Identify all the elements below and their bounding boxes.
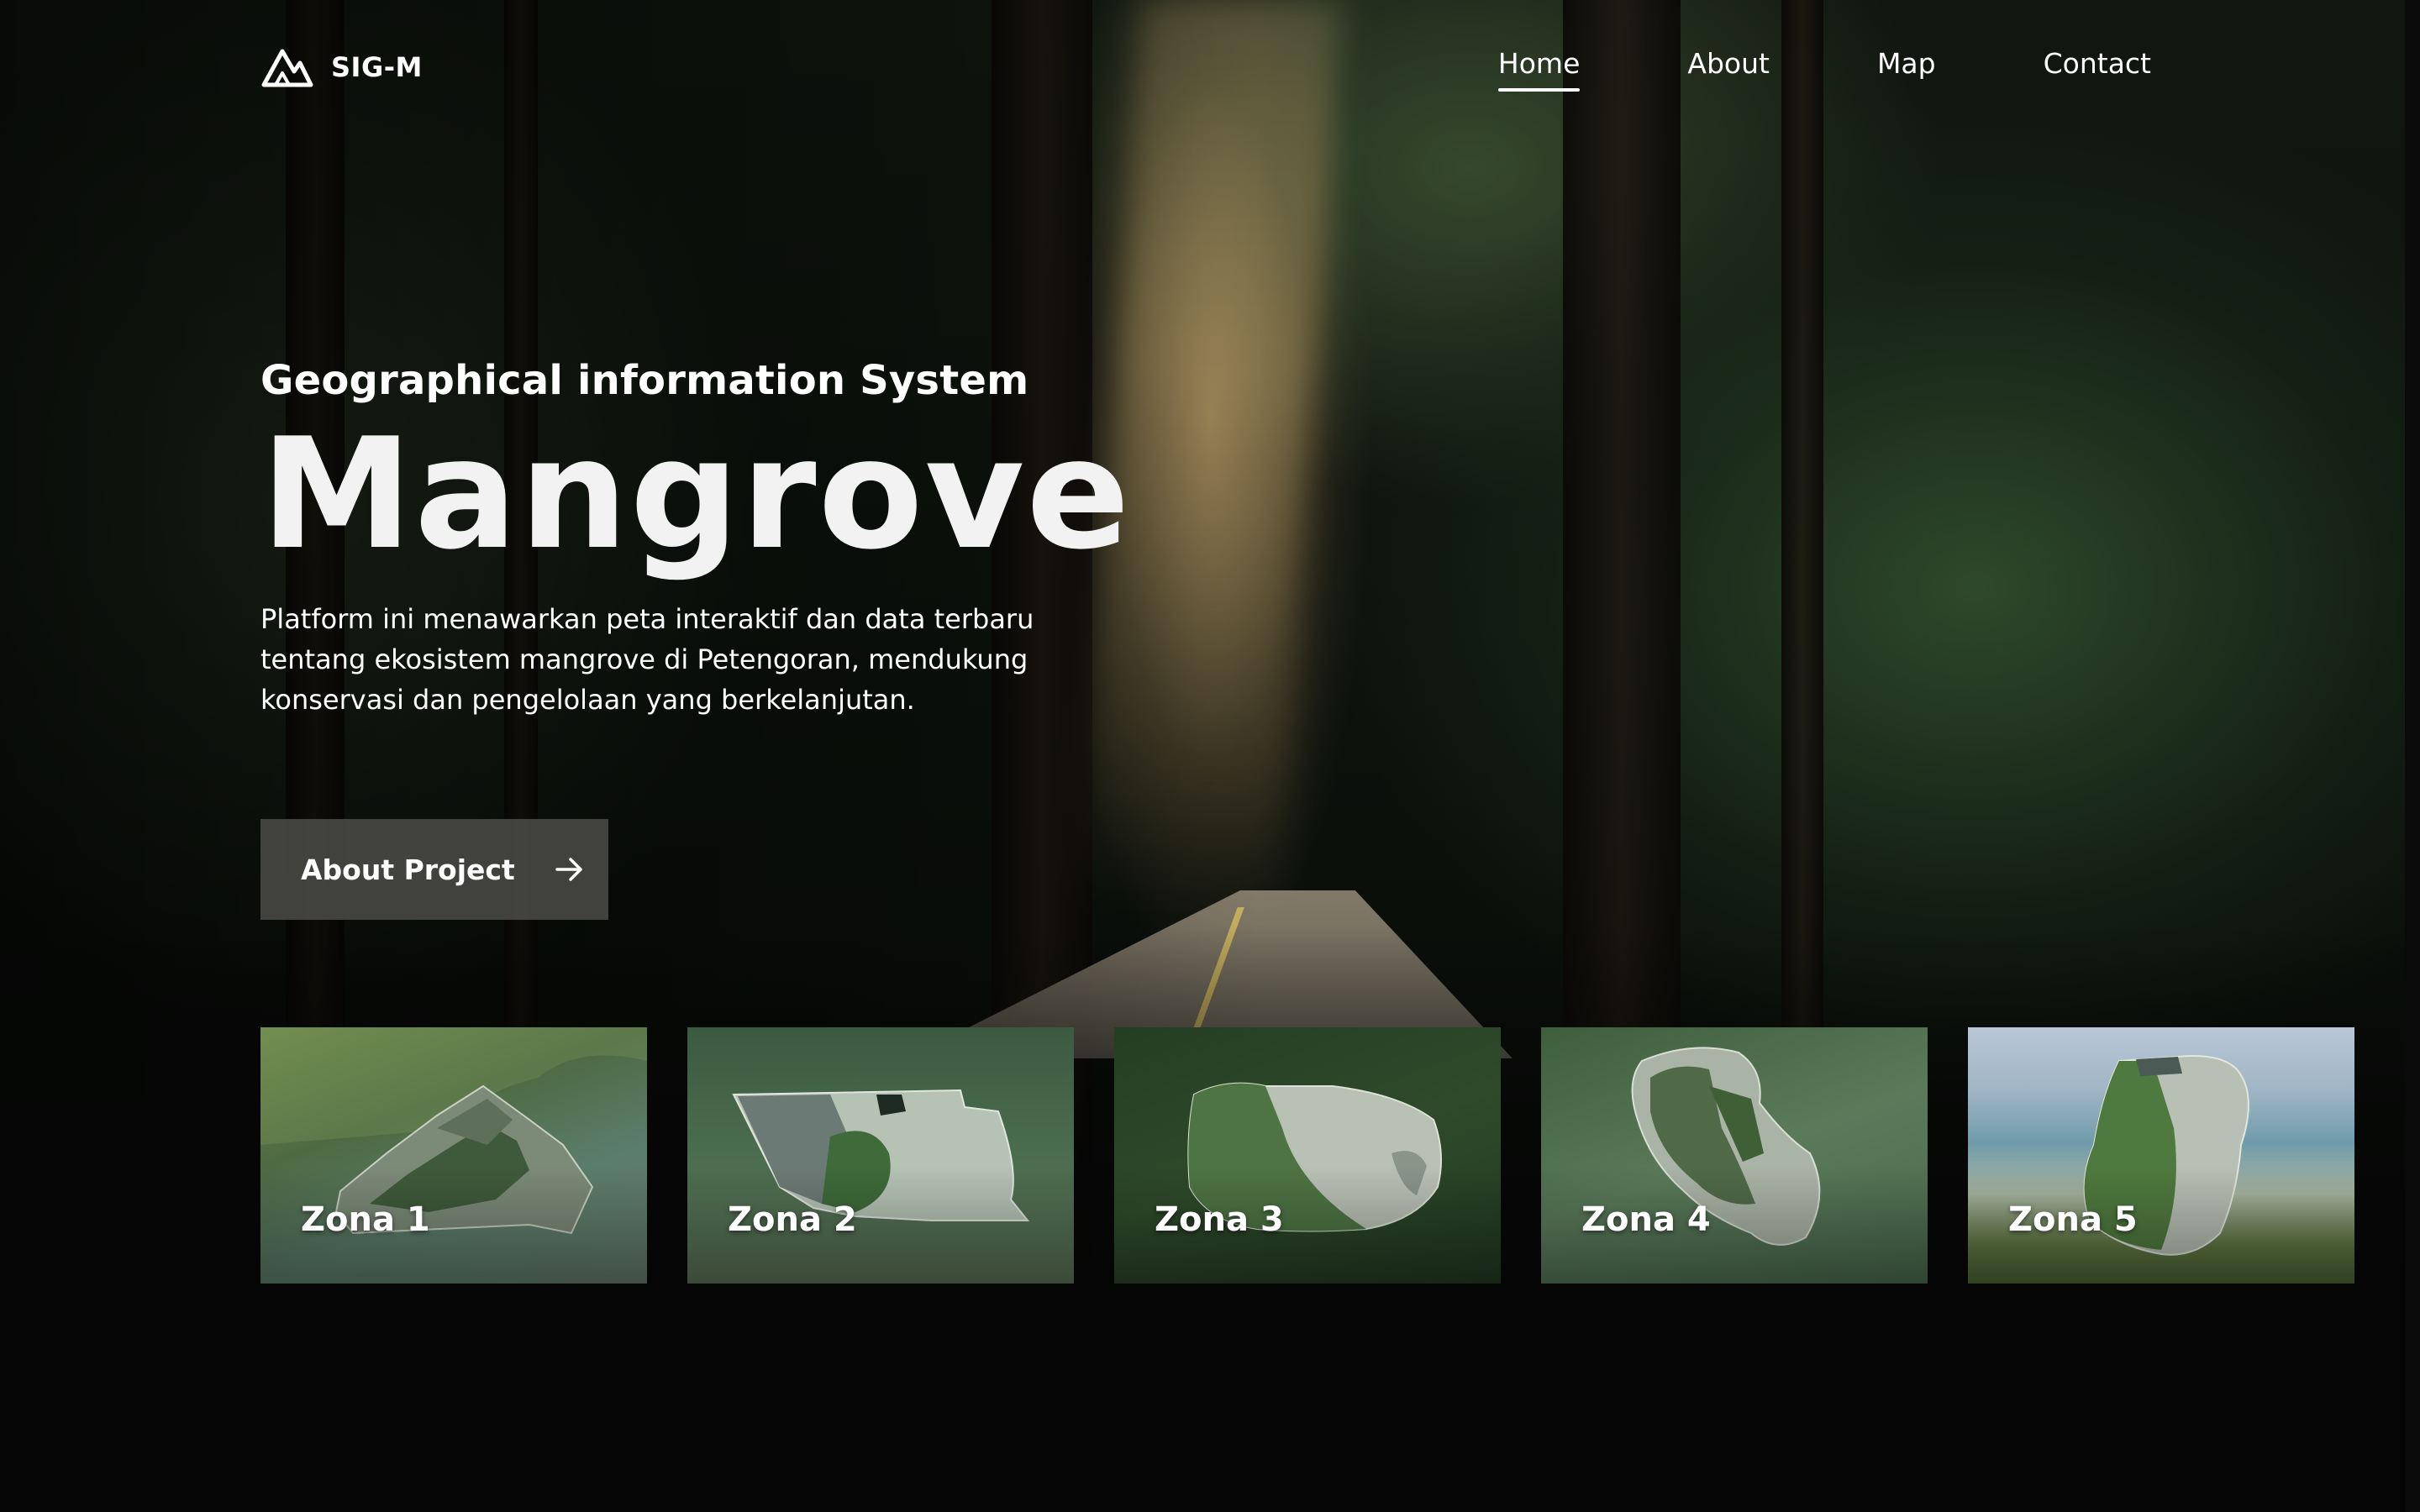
brand-logo-link[interactable]: SIG-M xyxy=(260,46,423,88)
zone-card-2[interactable]: Zona 2 xyxy=(687,1027,1074,1284)
zone-cards: Zona 1 Zona 2 Zona 3 Zona 4 Zona 5 xyxy=(260,1027,2354,1284)
navbar: SIG-M Home About Map Contact xyxy=(260,42,2151,92)
scrollbar-track[interactable] xyxy=(2405,0,2420,1512)
about-project-button-label: About Project xyxy=(301,853,515,886)
brand-name: SIG-M xyxy=(331,51,423,83)
zone-card-label: Zona 2 xyxy=(728,1200,857,1239)
zone-card-label: Zona 3 xyxy=(1155,1200,1284,1239)
zone-card-label: Zona 1 xyxy=(301,1200,430,1239)
zone-card-1[interactable]: Zona 1 xyxy=(260,1027,647,1284)
arrow-right-icon xyxy=(555,858,582,881)
hero-subtitle: Geographical information System xyxy=(260,357,1029,404)
zone-card-4[interactable]: Zona 4 xyxy=(1541,1027,1928,1284)
hero-section: Geographical information System Mangrove… xyxy=(260,357,1132,720)
nav-menu: Home About Map Contact xyxy=(1497,47,2151,92)
nav-link-contact[interactable]: Contact xyxy=(2044,47,2151,92)
nav-link-map[interactable]: Map xyxy=(1877,47,1936,92)
zone-card-label: Zona 5 xyxy=(2008,1200,2138,1239)
about-project-button[interactable]: About Project xyxy=(260,819,608,920)
zone-card-label: Zona 4 xyxy=(1581,1200,1711,1239)
zone-card-5[interactable]: Zona 5 xyxy=(1968,1027,2354,1284)
nav-link-about[interactable]: About xyxy=(1687,47,1770,92)
page: SIG-M Home About Map Contact Geographica… xyxy=(0,0,2420,1512)
nav-link-home[interactable]: Home xyxy=(1497,47,1581,92)
hero-title: Mangrove xyxy=(260,405,1132,583)
mountain-logo-icon xyxy=(261,49,313,87)
hero-description: Platform ini menawarkan peta interaktif … xyxy=(260,603,1034,716)
zone-card-3[interactable]: Zona 3 xyxy=(1114,1027,1501,1284)
